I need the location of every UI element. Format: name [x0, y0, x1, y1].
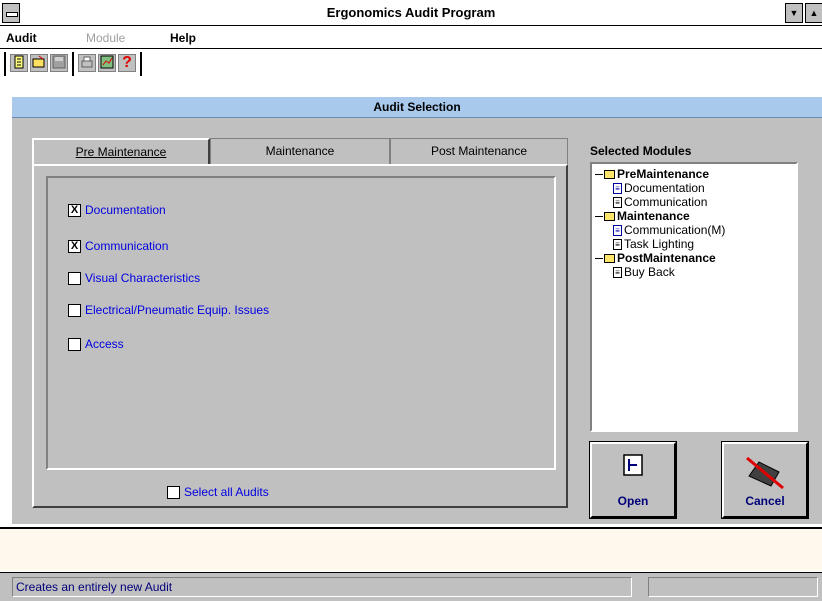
folder-icon [604, 169, 615, 179]
tree-label: PreMaintenance [617, 167, 710, 181]
tree-label: Maintenance [617, 209, 690, 223]
checkbox-checked-icon[interactable]: X [68, 239, 81, 253]
open-button[interactable]: Open [589, 441, 677, 519]
audit-label: Electrical/Pneumatic Equip. Issues [85, 303, 270, 317]
tree-item[interactable]: ≡ Documentation [595, 181, 793, 195]
save-icon[interactable] [50, 54, 68, 72]
audit-documentation[interactable]: X Documentation [68, 202, 166, 218]
cancel-button-label: Cancel [745, 494, 785, 508]
print-icon[interactable] [78, 54, 96, 72]
maximize-button[interactable]: ▲ [805, 3, 822, 23]
new-icon[interactable] [10, 54, 28, 72]
folder-icon [604, 211, 615, 221]
window-title: Ergonomics Audit Program [326, 5, 496, 20]
toolbar-separator [72, 52, 74, 76]
open-icon[interactable] [30, 54, 48, 72]
tree-label: Task Lighting [624, 237, 695, 251]
audit-access[interactable]: Access [68, 336, 124, 352]
tab-pre-maintenance[interactable]: Pre Maintenance [32, 138, 210, 164]
help-icon[interactable]: ? [118, 54, 136, 72]
document-icon: ≡ [613, 182, 622, 194]
audit-label: Access [85, 337, 124, 351]
status-message: Creates an entirely new Audit [12, 577, 632, 597]
workspace-area [0, 527, 822, 571]
audit-communication[interactable]: X Communication [68, 238, 168, 254]
checkbox-checked-icon[interactable]: X [68, 203, 81, 217]
tree-label: Buy Back [624, 265, 675, 279]
section-header: Audit Selection [12, 96, 822, 118]
audit-label: Visual Characteristics [85, 271, 201, 285]
tab-label: Maintenance [265, 144, 335, 158]
open-icon [622, 454, 644, 479]
tree-label: Communication(M) [624, 223, 726, 237]
tree-item[interactable]: ≡ Task Lighting [595, 237, 793, 251]
cancel-icon [745, 454, 785, 493]
toolbar: ? [0, 50, 822, 92]
tree-item[interactable]: ≡ Buy Back [595, 265, 793, 279]
tab-post-maintenance[interactable]: Post Maintenance [390, 138, 568, 164]
audit-list-group: X Documentation X Communication Visual C… [46, 176, 556, 470]
selected-modules-label: Selected Modules [590, 144, 692, 158]
tree-folder[interactable]: PreMaintenance [595, 167, 793, 181]
menu-bar: Audit Module Help [0, 27, 822, 49]
select-all-label: Select all Audits [184, 485, 269, 499]
document-icon: ≡ [613, 196, 622, 208]
tab-maintenance[interactable]: Maintenance [210, 138, 390, 164]
tree-label: Communication [624, 195, 708, 209]
menu-module[interactable]: Module [86, 31, 125, 45]
tree-label: Documentation [624, 181, 705, 195]
tree-label: PostMaintenance [617, 251, 716, 265]
audit-electrical-pneumatic[interactable]: Electrical/Pneumatic Equip. Issues [68, 302, 269, 318]
tab-label: Pre Maintenance [75, 145, 167, 159]
open-button-label: Open [617, 494, 649, 508]
audit-label: Documentation [85, 203, 166, 217]
tab-label: Post Maintenance [430, 144, 528, 158]
toolbar-separator [4, 52, 6, 76]
checkbox-unchecked-icon[interactable] [68, 303, 81, 317]
cancel-button[interactable]: Cancel [721, 441, 809, 519]
tab-content: X Documentation X Communication Visual C… [32, 164, 568, 508]
document-icon: ≡ [613, 224, 622, 236]
toolbar-separator [140, 52, 142, 76]
tree-item[interactable]: ≡ Communication(M) [595, 223, 793, 237]
document-icon: ≡ [613, 266, 622, 278]
audit-label: Communication [85, 239, 169, 253]
checkbox-unchecked-icon[interactable] [167, 485, 180, 499]
menu-audit[interactable]: Audit [6, 31, 37, 45]
document-icon: ≡ [613, 238, 622, 250]
audit-selection-panel: Pre Maintenance Maintenance Post Mainten… [12, 118, 822, 524]
title-bar: Ergonomics Audit Program ▼ ▲ [0, 0, 822, 26]
status-bar: Creates an entirely new Audit [0, 572, 822, 601]
tree-folder[interactable]: PostMaintenance [595, 251, 793, 265]
tree-folder[interactable]: Maintenance [595, 209, 793, 223]
folder-icon [604, 253, 615, 263]
minimize-button[interactable]: ▼ [785, 3, 803, 23]
menu-help[interactable]: Help [170, 31, 196, 45]
checkbox-unchecked-icon[interactable] [68, 271, 81, 285]
checkbox-unchecked-icon[interactable] [68, 337, 81, 351]
select-all-audits[interactable]: Select all Audits [167, 484, 269, 500]
chart-icon[interactable] [98, 54, 116, 72]
audit-visual-characteristics[interactable]: Visual Characteristics [68, 270, 200, 286]
status-secondary [648, 577, 818, 597]
tree-item[interactable]: ≡ Communication [595, 195, 793, 209]
selected-modules-tree[interactable]: PreMaintenance ≡ Documentation ≡ Communica… [590, 162, 798, 432]
